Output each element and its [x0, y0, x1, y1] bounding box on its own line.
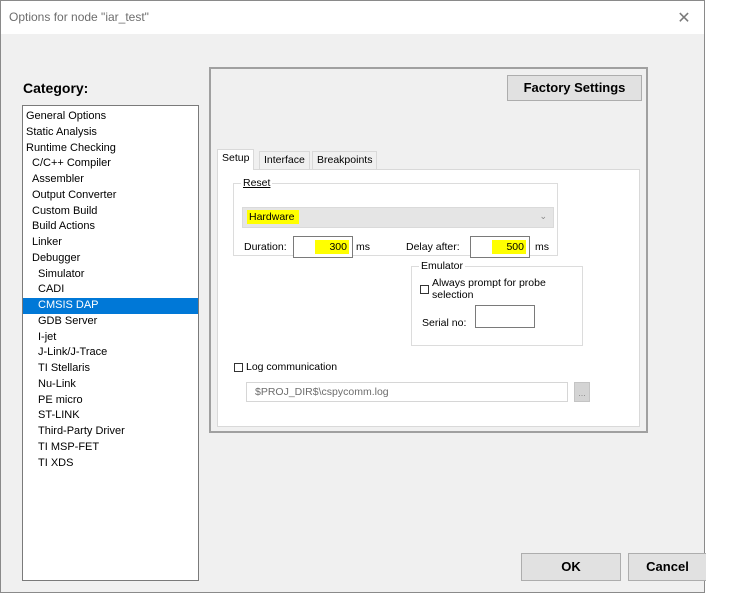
reset-group: Reset Hardware ⌄ Duration: 300 ms Delay … — [233, 177, 558, 258]
reset-legend: Reset — [241, 177, 273, 189]
delay-after-input[interactable]: 500 — [470, 236, 530, 258]
category-item[interactable]: Simulator — [23, 267, 198, 283]
duration-label: Duration: — [244, 241, 287, 253]
reset-mode-value: Hardware — [247, 210, 299, 224]
category-item[interactable]: General Options — [23, 109, 198, 125]
category-item[interactable]: Custom Build — [23, 204, 198, 220]
close-icon[interactable]: ✕ — [664, 1, 704, 34]
category-item[interactable]: Assembler — [23, 172, 198, 188]
chevron-down-icon: ⌄ — [539, 211, 547, 221]
category-item[interactable]: C/C++ Compiler — [23, 156, 198, 172]
log-path-field[interactable]: $PROJ_DIR$\cspycomm.log — [246, 382, 568, 402]
category-item[interactable]: Debugger — [23, 251, 198, 267]
emulator-legend: Emulator — [419, 260, 466, 272]
duration-value: 300 — [315, 240, 349, 254]
category-item[interactable]: ST-LINK — [23, 408, 198, 424]
category-item[interactable]: Runtime Checking — [23, 141, 198, 157]
ok-button[interactable]: OK — [521, 553, 621, 581]
tab-interface[interactable]: Interface — [259, 151, 310, 169]
serial-no-label: Serial no: — [422, 317, 467, 329]
setup-tab-content: Reset Hardware ⌄ Duration: 300 ms Delay … — [217, 169, 640, 427]
category-item[interactable]: GDB Server — [23, 314, 198, 330]
browse-button[interactable]: ... — [574, 382, 590, 402]
emulator-group: Emulator Always prompt for probe selecti… — [411, 260, 583, 346]
category-item[interactable]: I-jet — [23, 330, 198, 346]
duration-unit: ms — [356, 241, 370, 253]
cancel-button[interactable]: Cancel — [628, 553, 706, 581]
category-item[interactable]: Static Analysis — [23, 125, 198, 141]
category-item[interactable]: CADI — [23, 282, 198, 298]
category-item[interactable]: J-Link/J-Trace — [23, 345, 198, 361]
category-item[interactable]: TI MSP-FET — [23, 440, 198, 456]
category-item[interactable]: CMSIS DAP — [23, 298, 198, 314]
tab-breakpoints[interactable]: Breakpoints — [312, 151, 378, 169]
duration-input[interactable]: 300 — [293, 236, 353, 258]
reset-mode-combo[interactable]: Hardware ⌄ — [242, 207, 554, 228]
log-communication-checkbox[interactable] — [234, 363, 243, 372]
category-item[interactable]: TI Stellaris — [23, 361, 198, 377]
reset-legend-text: Reset — [243, 177, 271, 189]
log-communication-label: Log communication — [246, 361, 338, 373]
category-item[interactable]: TI XDS — [23, 456, 198, 472]
window-title: Options for node "iar_test" — [9, 10, 149, 24]
category-item[interactable]: Output Converter — [23, 188, 198, 204]
category-item[interactable]: Nu-Link — [23, 377, 198, 393]
category-item[interactable]: PE micro — [23, 393, 198, 409]
serial-no-input[interactable] — [475, 305, 535, 328]
category-list[interactable]: General Options Static Analysis Runtime Ch… — [22, 105, 199, 581]
factory-settings-button[interactable]: Factory Settings — [507, 75, 642, 101]
delay-after-value: 500 — [492, 240, 526, 254]
options-panel: Factory Settings Setup Interface Breakpo… — [209, 67, 648, 433]
always-prompt-label-2: selection — [432, 289, 474, 301]
always-prompt-checkbox[interactable] — [420, 285, 429, 294]
category-item[interactable]: Linker — [23, 235, 198, 251]
always-prompt-label-1: Always prompt for probe — [432, 277, 546, 289]
category-label: Category: — [23, 80, 89, 96]
delay-after-label: Delay after: — [406, 241, 460, 253]
delay-after-unit: ms — [535, 241, 549, 253]
category-item[interactable]: Third-Party Driver — [23, 424, 198, 440]
tab-setup[interactable]: Setup — [217, 149, 255, 170]
options-dialog: Options for node "iar_test" ✕ Category: … — [0, 0, 706, 593]
title-bar: Options for node "iar_test" ✕ — [1, 1, 704, 34]
category-item[interactable]: Build Actions — [23, 219, 198, 235]
